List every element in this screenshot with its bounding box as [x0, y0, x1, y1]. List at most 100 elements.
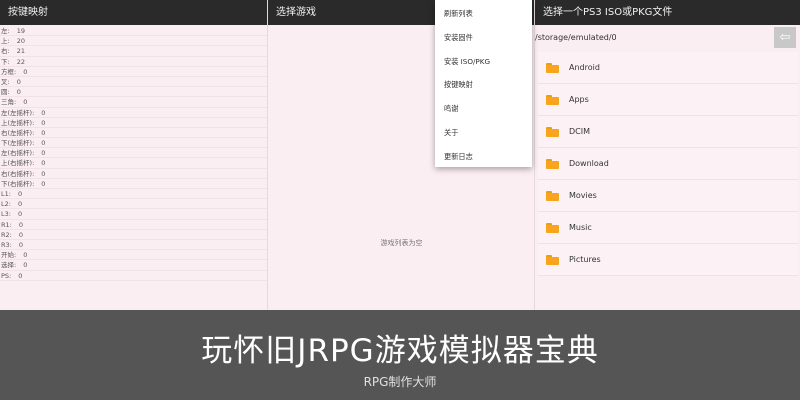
key-mapping-value: 0 — [23, 261, 28, 270]
banner-title: 玩怀旧JRPG游戏模拟器宝典 — [201, 333, 599, 369]
menu-item[interactable]: 刷新列表 — [435, 2, 532, 26]
key-mapping-label: L1: — [1, 190, 11, 198]
key-mapping-row[interactable]: 圆: 0 — [0, 87, 267, 98]
folder-name: Music — [569, 223, 592, 232]
folder-item[interactable]: Pictures — [538, 244, 798, 276]
key-mapping-panel: 按键映射 左: 19 上: 20 右: 21 下: 22 方框: 0 叉: 0 圆: 0 三角: 0 左(左摇杆… — [0, 0, 267, 310]
key-mapping-label: 左: — [1, 27, 10, 35]
key-mapping-label: 叉: — [1, 77, 10, 86]
key-mapping-value: 0 — [41, 139, 46, 148]
key-mapping-row[interactable]: 上(右摇杆): 0 — [0, 158, 267, 169]
key-mapping-row[interactable]: 开始: 0 — [0, 250, 267, 261]
menu-item[interactable]: 关于 — [435, 121, 532, 145]
key-mapping-row[interactable]: L2: 0 — [0, 199, 267, 210]
folder-item[interactable]: Music — [538, 212, 798, 244]
key-mapping-value: 0 — [41, 118, 46, 127]
key-mapping-label: PS: — [1, 271, 12, 280]
folder-item[interactable]: Movies — [538, 180, 798, 212]
key-mapping-label: 上(右摇杆): — [1, 159, 35, 168]
menu-item[interactable]: 按键映射 — [435, 73, 532, 97]
back-button[interactable]: ⇦ — [774, 27, 796, 48]
key-mapping-row[interactable]: 右(左摇杆): 0 — [0, 128, 267, 139]
key-mapping-row[interactable]: 下(右摇杆): 0 — [0, 179, 267, 189]
key-mapping-label: 三角: — [1, 98, 17, 107]
key-mapping-label: 下(右摇杆): — [1, 179, 35, 188]
folder-icon — [546, 190, 559, 201]
folder-name: Download — [569, 159, 609, 168]
key-mapping-value: 21 — [16, 47, 25, 56]
key-mapping-value: 20 — [16, 37, 25, 46]
key-mapping-row[interactable]: 左(左摇杆): 0 — [0, 108, 267, 118]
key-mapping-row[interactable]: 上: 20 — [0, 36, 267, 47]
key-mapping-label: 开始: — [1, 251, 17, 260]
key-mapping-row[interactable]: L3: 0 — [0, 209, 267, 220]
menu-item[interactable]: 更新日志 — [435, 145, 532, 169]
menu-item[interactable]: 安装固件 — [435, 26, 532, 50]
folder-icon — [546, 126, 559, 137]
menu-item[interactable]: 安装 ISO/PKG — [435, 50, 532, 74]
key-mapping-label: 上(左摇杆): — [1, 118, 35, 127]
key-mapping-value: 0 — [18, 240, 23, 249]
key-mapping-value: 0 — [23, 98, 28, 107]
key-mapping-value: 0 — [18, 220, 23, 229]
key-mapping-value: 0 — [41, 128, 46, 137]
key-mapping-value: 0 — [41, 108, 46, 117]
file-chooser-title: 选择一个PS3 ISO或PKG文件 — [535, 0, 800, 25]
key-mapping-row[interactable]: R2: 0 — [0, 230, 267, 240]
key-mapping-label: 选择: — [1, 261, 17, 270]
key-mapping-row[interactable]: PS: 0 — [0, 271, 267, 281]
key-mapping-value: 0 — [17, 200, 23, 209]
key-mapping-row[interactable]: 选择: 0 — [0, 260, 267, 271]
folder-list: Android Apps DCIM Download Movies Music Pictur… — [538, 52, 798, 276]
key-mapping-value: 0 — [23, 251, 28, 260]
options-menu: 刷新列表 安装固件 安装 ISO/PKG 按键映射 鸣谢 关于 更新日志 — [435, 0, 532, 167]
key-mapping-value: 0 — [41, 149, 46, 158]
folder-name: Movies — [569, 191, 597, 200]
key-mapping-row[interactable]: 上(左摇杆): 0 — [0, 118, 267, 128]
key-mapping-value: 0 — [41, 169, 46, 178]
key-mapping-value: 19 — [16, 27, 25, 35]
key-mapping-list: 左: 19 上: 20 右: 21 下: 22 方框: 0 叉: 0 圆: 0 三角: 0 左(左摇杆): 0 上(… — [0, 25, 267, 281]
key-mapping-label: 方框: — [1, 67, 17, 76]
key-mapping-row[interactable]: 左: 19 — [0, 26, 267, 37]
key-mapping-row[interactable]: 右: 21 — [0, 46, 267, 57]
key-mapping-row[interactable]: 叉: 0 — [0, 77, 267, 88]
key-mapping-row[interactable]: 左(右摇杆): 0 — [0, 148, 267, 159]
folder-icon — [546, 254, 559, 265]
key-mapping-title: 按键映射 — [0, 0, 267, 25]
key-mapping-row[interactable]: 方框: 0 — [0, 67, 267, 77]
key-mapping-row[interactable]: 下: 22 — [0, 57, 267, 67]
key-mapping-label: 左(右摇杆): — [1, 149, 35, 158]
key-mapping-row[interactable]: L1: 0 — [0, 189, 267, 200]
folder-item[interactable]: DCIM — [538, 116, 798, 148]
key-mapping-label: L3: — [1, 210, 11, 219]
key-mapping-label: 下(左摇杆): — [1, 139, 35, 148]
folder-icon — [546, 222, 559, 233]
key-mapping-value: 0 — [18, 230, 23, 239]
key-mapping-value: 0 — [18, 271, 23, 280]
file-chooser-panel: 选择一个PS3 ISO或PKG文件 /storage/emulated/0 ⇦ … — [534, 0, 800, 310]
key-mapping-label: 上: — [1, 37, 10, 46]
folder-item[interactable]: Apps — [538, 84, 798, 116]
key-mapping-value: 0 — [41, 159, 46, 168]
folder-item[interactable]: Download — [538, 148, 798, 180]
key-mapping-row[interactable]: R1: 0 — [0, 220, 267, 230]
folder-icon — [546, 62, 559, 73]
key-mapping-row[interactable]: R3: 0 — [0, 240, 267, 251]
folder-name: DCIM — [569, 127, 591, 136]
key-mapping-row[interactable]: 右(右摇杆): 0 — [0, 169, 267, 179]
key-mapping-label: R1: — [1, 220, 12, 229]
key-mapping-row[interactable]: 下(左摇杆): 0 — [0, 138, 267, 149]
empty-game-list-text: 游戏列表为空 — [380, 239, 423, 247]
key-mapping-label: L2: — [1, 200, 11, 209]
key-mapping-label: 下: — [1, 57, 10, 66]
key-mapping-row[interactable]: 三角: 0 — [0, 97, 267, 108]
key-mapping-value: 0 — [17, 210, 23, 219]
banner: 玩怀旧JRPG游戏模拟器宝典 RPG制作大师 — [0, 310, 800, 400]
folder-icon — [546, 94, 559, 105]
folder-item[interactable]: Android — [538, 52, 798, 84]
key-mapping-value: 0 — [23, 67, 28, 76]
menu-item[interactable]: 鸣谢 — [435, 97, 532, 121]
key-mapping-label: R3: — [1, 240, 12, 249]
key-mapping-value: 0 — [17, 190, 23, 198]
